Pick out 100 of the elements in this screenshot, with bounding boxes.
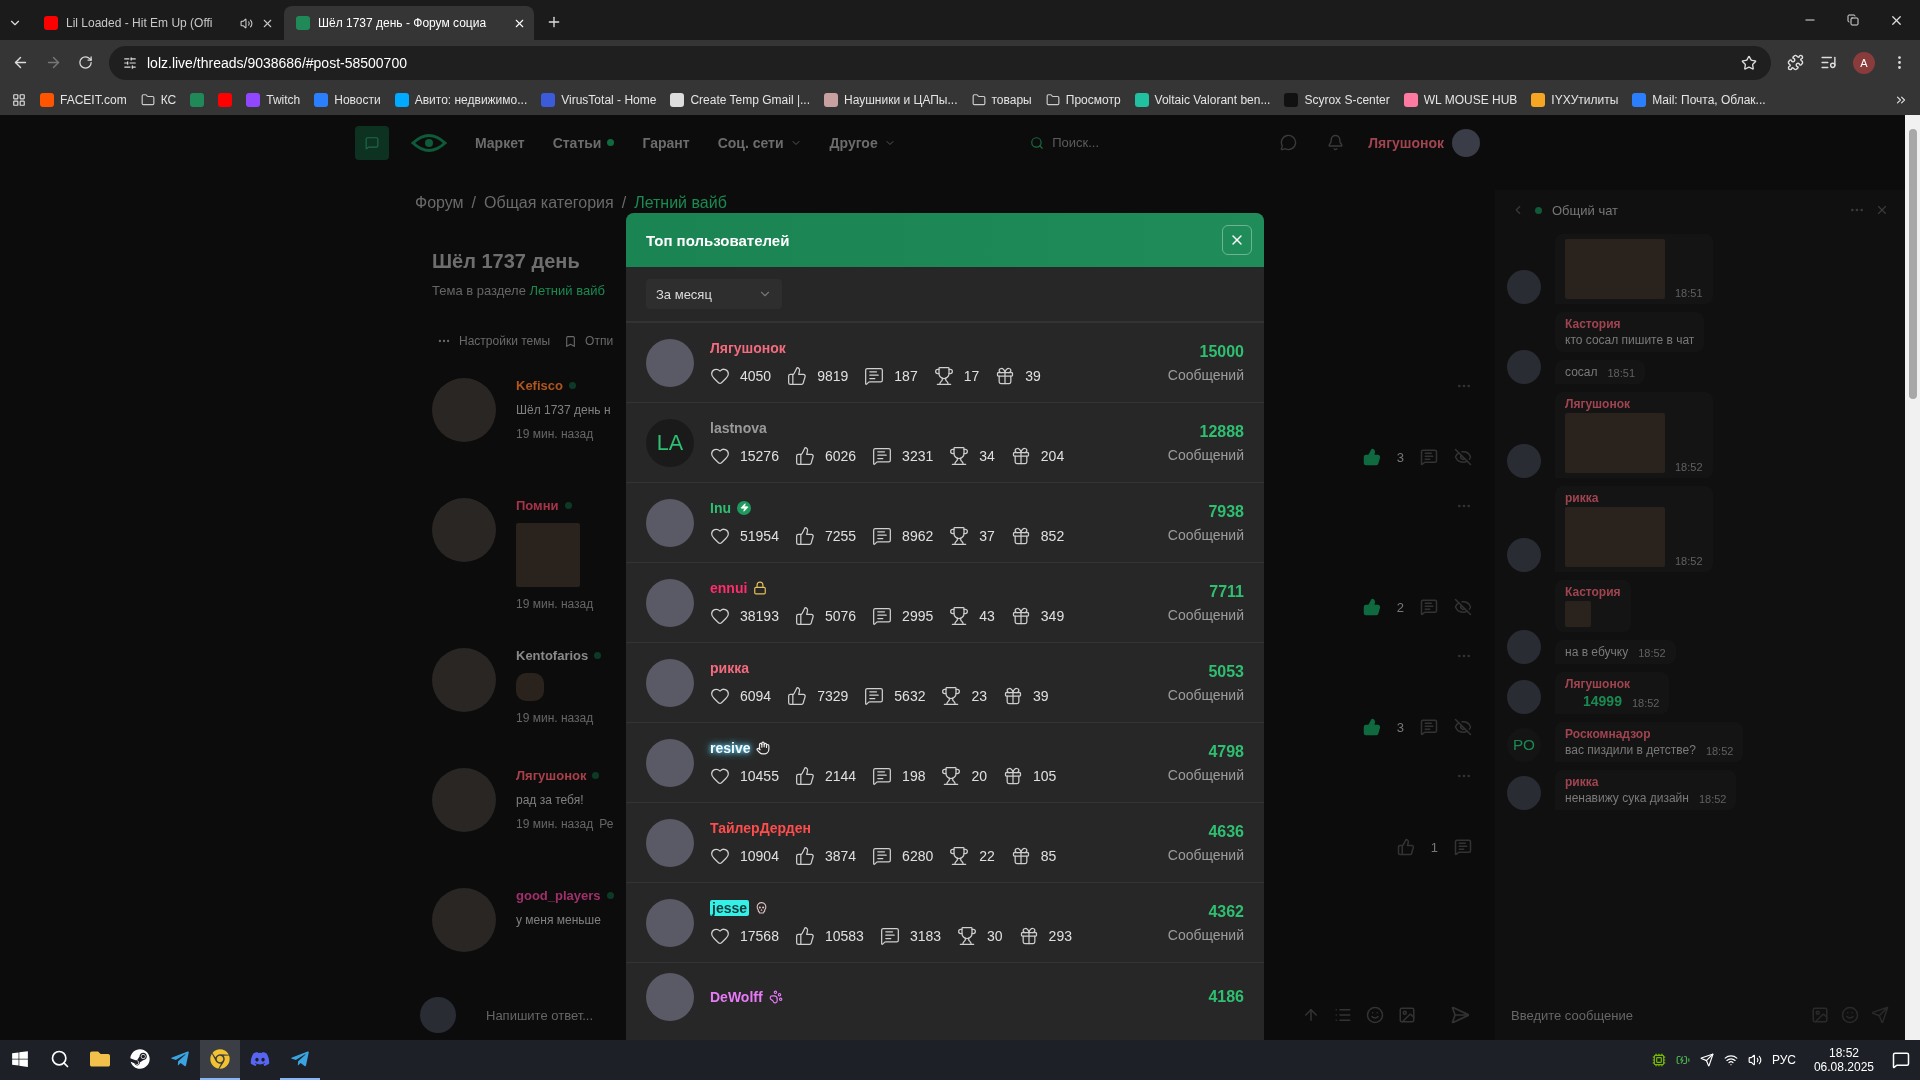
reload-icon[interactable] (78, 55, 93, 70)
user-name[interactable]: jesse (710, 899, 750, 916)
user-row[interactable]: Inu 51954 7255 8962 37 852 7938 Сообщений (626, 482, 1264, 562)
hide-icon[interactable] (1454, 718, 1472, 736)
user-row[interactable]: jesse 17568 10583 3183 30 293 4362 Сообщений (626, 882, 1264, 962)
folder-icon[interactable] (90, 1049, 110, 1069)
bookmark-folder[interactable]: товары (971, 93, 1032, 107)
search-icon[interactable] (50, 1049, 70, 1069)
paper-plane-icon[interactable] (290, 1049, 310, 1069)
hide-icon[interactable] (1454, 598, 1472, 616)
bookmark-link[interactable]: Новости (314, 93, 381, 107)
bookmark-folder[interactable]: КС (140, 93, 177, 107)
bookmark-link[interactable]: Voltaic Valorant ben... (1134, 93, 1271, 107)
period-dropdown[interactable]: За месяц (646, 279, 782, 309)
browser-tab[interactable]: Шёл 1737 день - Форум социа (284, 6, 534, 40)
extensions-icon[interactable] (1787, 54, 1804, 71)
nav-link[interactable]: Статьи (552, 134, 615, 151)
bookmark-link[interactable]: IYXУтилиты (1531, 93, 1619, 107)
image-icon[interactable] (1398, 1006, 1416, 1024)
breadcrumb-link[interactable]: Летний вайб (634, 194, 727, 212)
user-row[interactable]: ТайлерДерден 10904 3874 6280 22 85 4636 Сообщений (626, 802, 1264, 882)
language-indicator[interactable]: РУС (1771, 1053, 1796, 1067)
breadcrumb-link[interactable]: Форум (415, 194, 464, 212)
nav-link[interactable]: Гарант (642, 134, 690, 151)
user-name[interactable]: Inu (710, 499, 731, 516)
forward-icon[interactable] (45, 54, 62, 71)
emoji-icon[interactable] (1366, 1006, 1384, 1024)
clock[interactable]: 18:52 06.08.2025 (1813, 1046, 1874, 1074)
browser-tab[interactable]: Lil Loaded - Hit Em Up (Offi (32, 6, 282, 40)
user-avatar[interactable] (1452, 128, 1480, 157)
bookmark-link[interactable]: Отпи (585, 334, 614, 348)
comment-icon[interactable] (1420, 598, 1438, 616)
user-name[interactable]: Лягушонок (1368, 134, 1444, 151)
like-icon[interactable] (1396, 838, 1415, 856)
user-name[interactable]: DeWolff (710, 989, 763, 1005)
comment-icon[interactable] (1454, 838, 1472, 856)
like-icon[interactable] (1362, 718, 1381, 736)
comment-icon[interactable] (1420, 448, 1438, 466)
user-row[interactable]: DeWolff 4186 (626, 962, 1264, 1031)
user-name[interactable]: ТайлерДерден (710, 819, 811, 836)
like-icon[interactable] (1362, 598, 1381, 616)
browser-icon[interactable] (210, 1049, 230, 1069)
post-author[interactable]: Kefisco (516, 378, 563, 393)
bookmark-star-icon[interactable] (1741, 54, 1757, 71)
user-row[interactable]: Лягушонок 4050 9819 187 17 39 15000 Сообщений (626, 322, 1264, 402)
user-name[interactable]: resive (710, 739, 751, 756)
back-icon[interactable] (12, 54, 29, 71)
address-bar[interactable]: lolz.live/threads/9038686/#post-58500700 (109, 45, 1771, 80)
thread-settings-link[interactable]: Настройки темы (459, 334, 551, 348)
paper-plane-icon[interactable] (170, 1049, 190, 1069)
nav-link[interactable]: Маркет (475, 134, 525, 151)
bookmark-folder[interactable]: Просмотр (1045, 93, 1121, 107)
eye-logo-icon[interactable] (411, 131, 447, 154)
bookmark-link[interactable]: Авито: недвижимо... (394, 93, 528, 107)
chat-icon[interactable] (1280, 134, 1298, 151)
hide-icon[interactable] (1454, 448, 1472, 466)
media-icon[interactable] (1820, 54, 1837, 71)
user-name[interactable]: рикка (710, 659, 749, 676)
nav-link[interactable]: Соц. сети (717, 134, 802, 151)
send-icon[interactable] (1871, 1006, 1889, 1024)
section-link[interactable]: Летний вайб (529, 283, 605, 298)
notifications-icon[interactable] (1892, 1051, 1910, 1069)
site-settings-icon[interactable] (123, 55, 137, 70)
bookmark-link[interactable]: WL MOUSE HUB (1403, 93, 1518, 107)
user-name[interactable]: ennui (710, 579, 748, 596)
new-tab-icon[interactable] (546, 14, 562, 30)
message-field[interactable]: Введите сообщение (1511, 1007, 1799, 1023)
close-button[interactable] (1222, 225, 1252, 255)
more-bookmarks-icon[interactable] (1894, 93, 1908, 107)
like-icon[interactable] (1362, 448, 1381, 466)
user-row[interactable]: resive 10455 2144 198 20 105 4798 Сообщений (626, 722, 1264, 802)
nav-link[interactable]: Другое (829, 134, 896, 151)
start-icon[interactable] (11, 1050, 29, 1068)
send-icon[interactable] (1450, 1005, 1470, 1025)
breadcrumb-link[interactable]: Общая категория (484, 194, 614, 212)
restore-icon[interactable] (1847, 14, 1859, 26)
apps-icon[interactable] (12, 93, 26, 107)
bookmark-link[interactable]: Create Temp Gmail |... (670, 93, 810, 107)
user-row[interactable]: рикка 6094 7329 5632 23 39 5053 Сообщений (626, 642, 1264, 722)
list-icon[interactable] (1334, 1006, 1352, 1024)
comment-icon[interactable] (1420, 718, 1438, 736)
upload-icon[interactable] (1302, 1006, 1320, 1024)
profile-avatar[interactable]: A (1853, 51, 1875, 74)
user-row[interactable]: ennui 38193 5076 2995 43 349 7711 Сообщений (626, 562, 1264, 642)
reply-link[interactable]: Ре (599, 817, 614, 831)
steam-icon[interactable] (130, 1049, 150, 1069)
emoji-icon[interactable] (1841, 1006, 1859, 1024)
bookmark-link[interactable]: Mail: Почта, Облак... (1632, 93, 1766, 107)
user-name[interactable]: Лягушонок (710, 339, 786, 356)
scrollbar-thumb[interactable] (1908, 129, 1917, 399)
post-author[interactable]: Kentofarios (516, 648, 589, 663)
home-button[interactable] (355, 125, 389, 160)
user-name[interactable]: lastnova (710, 419, 767, 436)
image-icon[interactable] (1811, 1006, 1829, 1024)
user-row[interactable]: LA lastnova 15276 6026 3231 34 204 12888 Сообщений (626, 402, 1264, 482)
post-author[interactable]: Лягушонок (516, 768, 587, 783)
bookmark-link[interactable]: FACEIT.com (40, 93, 127, 107)
bookmark-link[interactable]: VirusTotal - Home (541, 93, 657, 107)
bookmark-link[interactable]: Twitch (246, 93, 301, 107)
bookmark-link[interactable]: Scyrox S-center (1284, 93, 1390, 107)
